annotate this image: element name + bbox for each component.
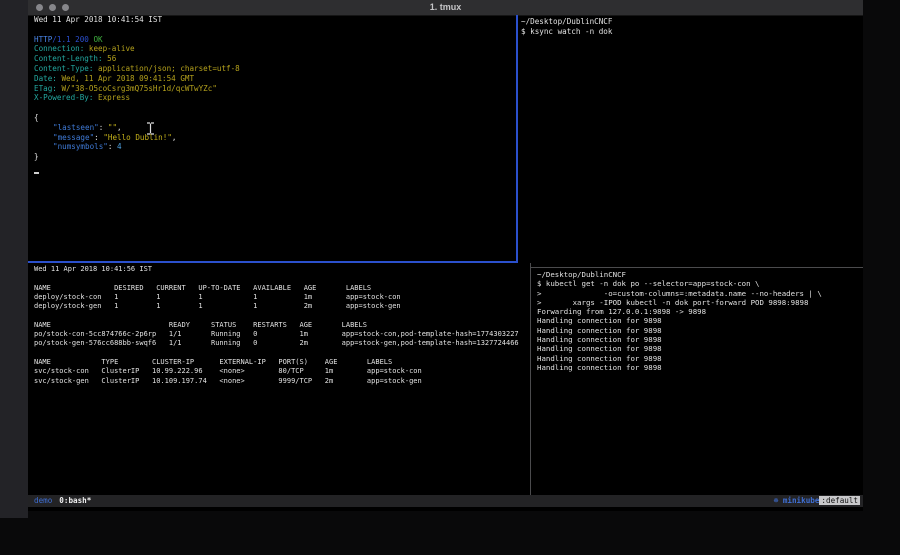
http-header-row: Connection: keep-alive [34,44,514,54]
pane-port-forward-output[interactable]: ~/Desktop/DublinCNCF $ kubectl get -n do… [537,270,822,372]
json-row: "numsymbols": 4 [34,142,514,152]
window-titlebar[interactable]: 1. tmux [28,0,863,16]
json-open-brace: { [34,113,514,123]
http-version-code: /1.1 200 [52,35,93,44]
status-right: ☸ minikube:default [774,495,860,507]
http-reason: OK [93,35,102,44]
terminal-cursor [34,172,39,174]
pane-divider-active-horizontal[interactable] [28,261,518,263]
pane-divider-vertical[interactable] [530,263,531,495]
pane-kubectl-resources-output[interactable]: Wed 11 Apr 2018 10:41:56 IST NAME DESIRE… [34,265,519,386]
mouse-text-cursor [146,120,155,139]
session-name: demo [34,496,52,505]
http-header-row: Date: Wed, 11 Apr 2018 09:41:54 GMT [34,74,514,84]
json-close-brace: } [34,152,514,162]
kube-context: minikube [783,496,820,505]
pane-divider-active-vertical[interactable] [516,15,518,261]
blank-line [34,25,514,35]
http-header-row: Content-Length: 56 [34,54,514,64]
json-row: "lastseen": "", [34,123,514,133]
http-header-row: ETag: W/"38-O5coCsrg3mQ75sHr1d/qcWTwYZc" [34,84,514,94]
pane-http-response[interactable]: Wed 11 Apr 2018 10:41:54 IST HTTP/1.1 20… [34,15,514,162]
timestamp-line: Wed 11 Apr 2018 10:41:54 IST [34,15,514,25]
window-title: 1. tmux [28,2,863,12]
kube-namespace: :default [819,496,860,505]
pane-ksync-output[interactable]: ~/Desktop/DublinCNCF $ ksync watch -n do… [521,17,612,37]
http-proto: HTTP [34,35,52,44]
terminal-window: 1. tmux Wed 11 Apr 2018 10:41:54 IST HTT… [28,0,863,511]
pane-divider-horizontal[interactable] [531,267,863,268]
blank-line [34,103,514,113]
http-status-line: HTTP/1.1 200 OK [34,35,514,45]
http-header-row: X-Powered-By: Express [34,93,514,103]
desktop-background-strip [0,0,28,518]
json-row: "message": "Hello Dublin!", [34,133,514,143]
kubernetes-helm-icon: ☸ [774,496,783,505]
tmux-status-bar: demo 0:bash* ☸ minikube:default [28,495,863,507]
http-header-row: Content-Type: application/json; charset=… [34,64,514,74]
status-window-item[interactable]: 0:bash* [59,496,91,505]
